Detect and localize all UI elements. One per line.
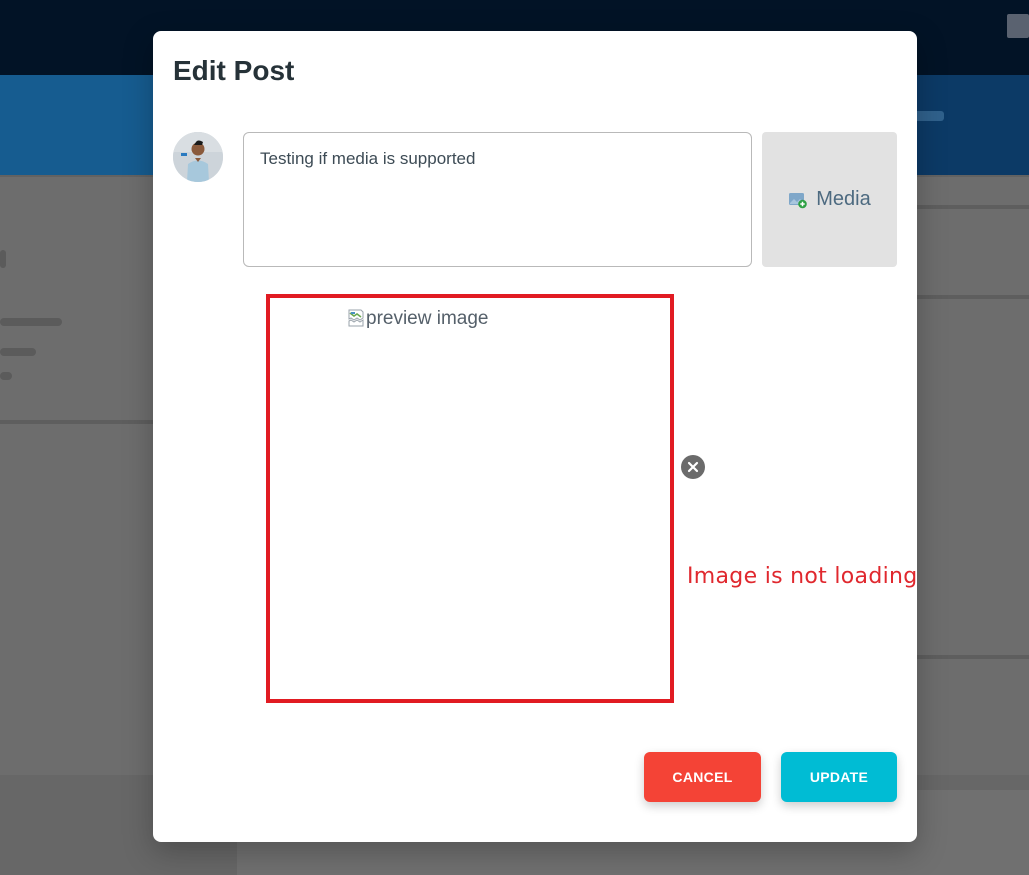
- background-text: [0, 372, 12, 380]
- dialog-title: Edit Post: [173, 55, 295, 86]
- avatar-photo-icon: [173, 132, 223, 182]
- screen: Edit Post Testing if media is supported …: [0, 0, 1029, 875]
- remove-media-button[interactable]: [681, 455, 705, 479]
- broken-image-icon: [348, 309, 364, 327]
- cancel-button[interactable]: CANCEL: [644, 752, 761, 802]
- background-text: [0, 348, 36, 356]
- edit-post-dialog: Edit Post Testing if media is supported …: [153, 31, 917, 842]
- background-divider: [917, 655, 1029, 659]
- media-button-label: Media: [816, 188, 871, 210]
- background-text: [0, 250, 6, 268]
- background-divider: [917, 205, 1029, 209]
- preview-image-alt-text: preview image: [366, 308, 489, 329]
- banner-left-panel: [0, 75, 160, 175]
- media-preview-frame: preview image: [266, 294, 674, 703]
- add-media-button[interactable]: Media: [762, 132, 897, 267]
- close-icon: [687, 461, 699, 473]
- background-divider: [917, 295, 1029, 299]
- user-avatar: [173, 132, 223, 182]
- preview-image: preview image: [348, 308, 489, 330]
- background-text: [0, 318, 62, 326]
- annotation-text: Image is not loading: [687, 564, 918, 589]
- image-add-icon: [789, 192, 808, 208]
- background-divider: [0, 420, 153, 424]
- post-text-input[interactable]: Testing if media is supported: [243, 132, 752, 267]
- update-button[interactable]: UPDATE: [781, 752, 897, 802]
- app-menu-icon: [1007, 14, 1029, 38]
- banner-text: [914, 111, 944, 121]
